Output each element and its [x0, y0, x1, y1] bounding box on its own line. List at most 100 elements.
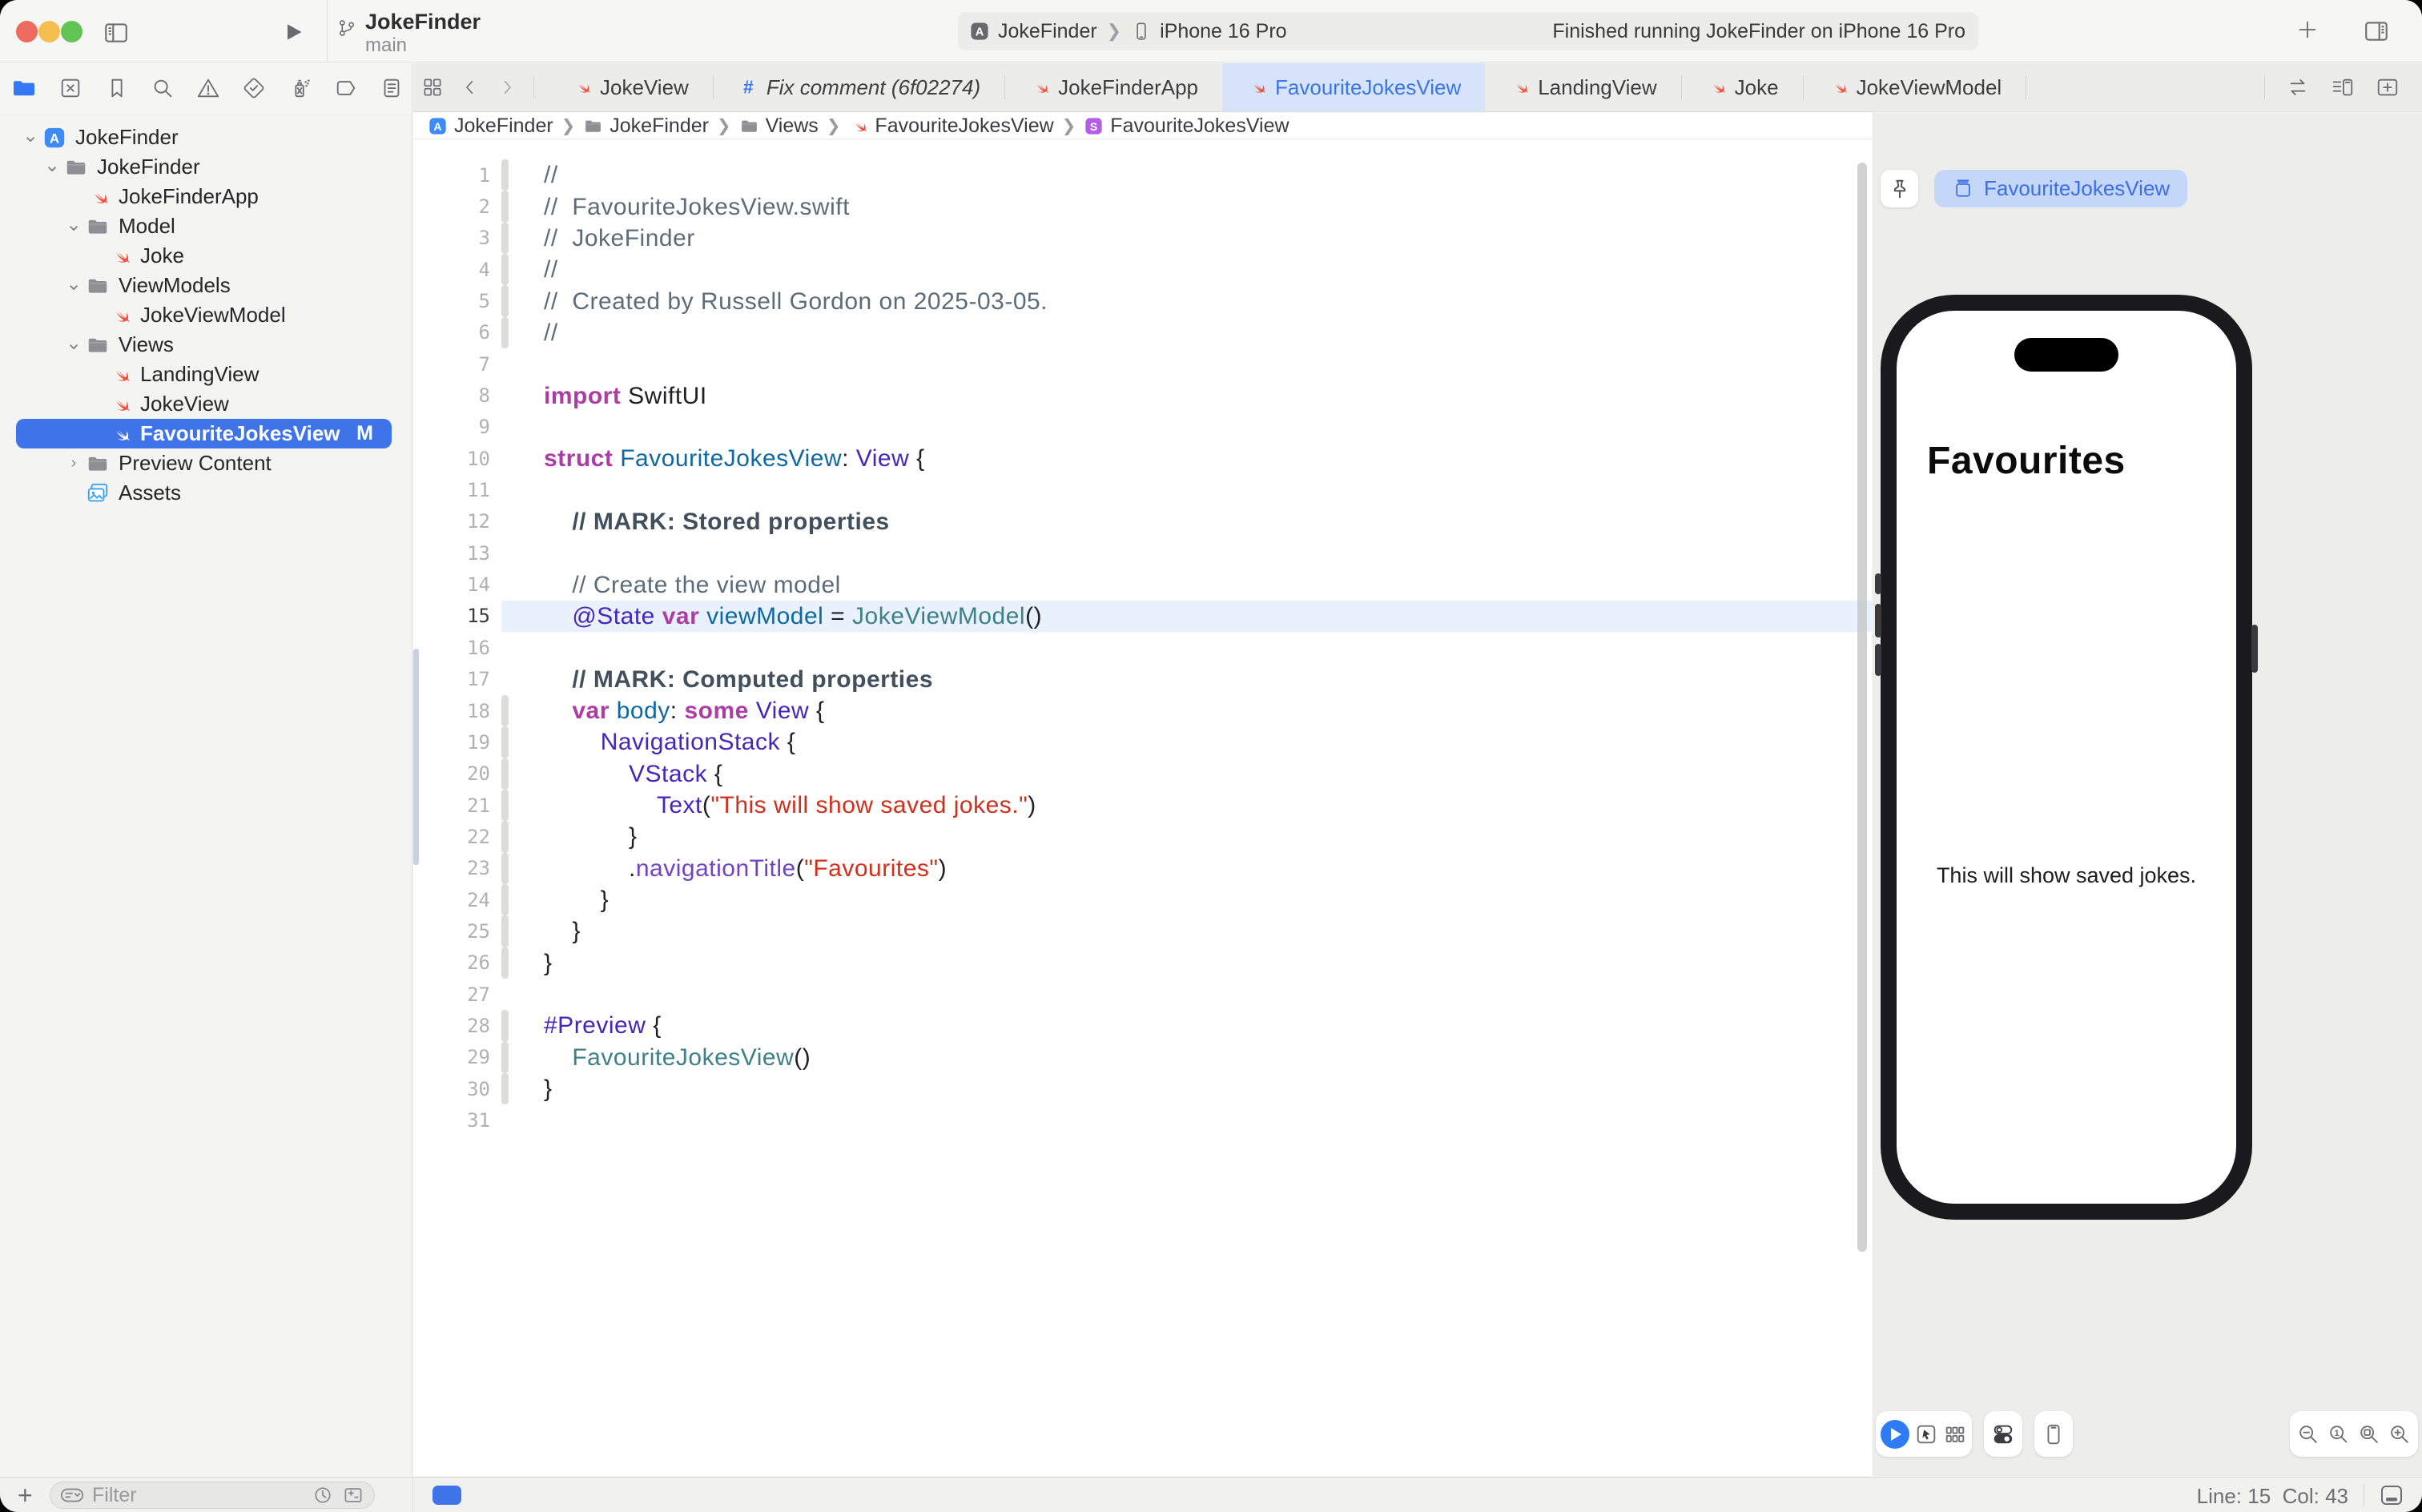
line-number[interactable]: 23 — [413, 857, 501, 879]
line-number[interactable]: 10 — [413, 448, 501, 470]
tree-item-jokefinder[interactable]: ⌄AJokeFinder — [0, 123, 412, 152]
recent-files-icon[interactable] — [312, 1484, 334, 1506]
navigate-back-icon[interactable] — [460, 77, 481, 98]
code-line-11[interactable]: 11 — [413, 474, 1872, 505]
code-content[interactable]: 1//2// FavouriteJokesView.swift3// JokeF… — [413, 159, 1872, 1136]
editor-layout-icon[interactable] — [2331, 75, 2355, 99]
breadcrumb-item[interactable]: AJokeFinder — [428, 115, 553, 138]
tree-item-joke[interactable]: Joke — [0, 241, 412, 271]
line-number[interactable]: 8 — [413, 384, 501, 407]
line-number[interactable]: 29 — [413, 1046, 501, 1068]
line-number[interactable]: 2 — [413, 195, 501, 218]
editor-scrollbar[interactable] — [1857, 163, 1867, 1252]
code-line-26[interactable]: 26} — [413, 947, 1872, 979]
navigator-tab-search-icon[interactable] — [151, 76, 175, 100]
zoom-in-button[interactable] — [2388, 1422, 2412, 1446]
panel-right-toggle-icon[interactable] — [2363, 18, 2390, 45]
tree-item-views[interactable]: ⌄Views — [0, 330, 412, 360]
code-line-14[interactable]: 14 // Create the view model — [413, 569, 1872, 600]
code-line-8[interactable]: 8import SwiftUI — [413, 380, 1872, 411]
line-number[interactable]: 20 — [413, 762, 501, 785]
line-number[interactable]: 28 — [413, 1015, 501, 1037]
line-number[interactable]: 13 — [413, 542, 501, 565]
tree-item-viewmodels[interactable]: ⌄ViewModels — [0, 271, 412, 300]
code-line-12[interactable]: 12 // MARK: Stored properties — [413, 506, 1872, 537]
line-number[interactable]: 4 — [413, 259, 501, 281]
line-number[interactable]: 22 — [413, 826, 501, 848]
code-line-28[interactable]: 28#Preview { — [413, 1010, 1872, 1041]
code-line-17[interactable]: 17 // MARK: Computed properties — [413, 664, 1872, 695]
line-number[interactable]: 25 — [413, 920, 501, 943]
iphone-screen[interactable]: Favourites This will show saved jokes. — [1897, 311, 2236, 1204]
tree-item-preview-content[interactable]: ›Preview Content — [0, 448, 412, 478]
add-filter-button[interactable]: + — [18, 1481, 33, 1510]
panel-left-toggle-icon[interactable] — [103, 19, 130, 46]
source-editor[interactable]: 1//2// FavouriteJokesView.swift3// JokeF… — [413, 140, 1872, 1476]
code-line-15[interactable]: 15 @State var viewModel = JokeViewModel(… — [413, 601, 1872, 632]
tab-fix-comment-6f02274-[interactable]: #Fix comment (6f02274) — [714, 63, 1004, 111]
code-line-4[interactable]: 4// — [413, 254, 1872, 285]
tab-favouritejokesview[interactable]: FavouriteJokesView — [1222, 63, 1485, 111]
tab-jokeview[interactable]: JokeView — [547, 63, 713, 111]
code-line-23[interactable]: 23 .navigationTitle("Favourites") — [413, 853, 1872, 884]
breakpoints-toggle[interactable] — [432, 1486, 461, 1505]
line-number[interactable]: 17 — [413, 668, 501, 690]
activity-status-bar[interactable]: A JokeFinder ❯ iPhone 16 Pro Finished ru… — [958, 12, 1978, 50]
code-line-5[interactable]: 5// Created by Russell Gordon on 2025-03… — [413, 285, 1872, 316]
code-line-24[interactable]: 24 } — [413, 884, 1872, 915]
close-window-button[interactable] — [16, 21, 38, 42]
navigator-tab-report-icon[interactable] — [380, 76, 404, 100]
editor-bottom-panel-icon[interactable] — [2379, 1482, 2404, 1508]
disclosure-open-icon[interactable]: ⌄ — [44, 154, 60, 177]
code-line-7[interactable]: 7 — [413, 348, 1872, 380]
line-number[interactable]: 27 — [413, 983, 501, 1006]
tree-item-favouritejokesview[interactable]: FavouriteJokesViewM — [0, 419, 412, 448]
line-number[interactable]: 1 — [413, 164, 501, 187]
device-icon[interactable] — [2042, 1422, 2066, 1446]
zoom-one-button[interactable]: 1 — [2327, 1422, 2351, 1446]
zoom-out-button[interactable] — [2296, 1422, 2320, 1446]
variants-mode-icon[interactable] — [1943, 1422, 1967, 1446]
code-line-20[interactable]: 20 VStack { — [413, 758, 1872, 790]
code-line-19[interactable]: 19 NavigationStack { — [413, 726, 1872, 758]
device-settings-icon[interactable] — [1991, 1422, 2015, 1446]
pin-preview-button[interactable] — [1881, 170, 1918, 207]
tree-item-landingview[interactable]: LandingView — [0, 360, 412, 389]
code-line-3[interactable]: 3// JokeFinder — [413, 223, 1872, 254]
navigator-filter-field[interactable]: Filter — [50, 1482, 375, 1509]
line-col-indicator[interactable]: Line: 15 Col: 43 — [2197, 1484, 2348, 1509]
scheme-name[interactable]: JokeFinder — [998, 20, 1097, 43]
breadcrumb-item[interactable]: JokeFinder — [583, 115, 709, 138]
line-number[interactable]: 31 — [413, 1109, 501, 1132]
navigator-tab-warning-icon[interactable] — [196, 76, 220, 100]
source-control-status-icon[interactable] — [342, 1484, 364, 1506]
line-number[interactable]: 18 — [413, 700, 501, 722]
library-plus-button[interactable] — [2295, 18, 2319, 42]
line-number[interactable]: 7 — [413, 353, 501, 376]
navigate-forward-icon[interactable] — [497, 77, 517, 98]
breadcrumb-item[interactable]: Views — [739, 115, 819, 138]
breadcrumb-item[interactable]: FavouriteJokesView — [848, 115, 1053, 138]
line-number[interactable]: 30 — [413, 1078, 501, 1100]
tree-item-assets[interactable]: Assets — [0, 478, 412, 508]
minimize-window-button[interactable] — [38, 21, 60, 42]
tree-item-jokefinder[interactable]: ⌄JokeFinder — [0, 152, 412, 182]
swap-icon[interactable] — [2286, 75, 2310, 99]
disclosure-open-icon[interactable]: ⌄ — [22, 124, 38, 147]
code-line-6[interactable]: 6// — [413, 317, 1872, 348]
tab-jokeviewmodel[interactable]: JokeViewModel — [1804, 63, 2026, 111]
disclosure-open-icon[interactable]: ⌄ — [66, 213, 82, 236]
line-number[interactable]: 15 — [413, 605, 501, 627]
disclosure-closed-icon[interactable]: › — [66, 454, 82, 472]
tree-item-jokefinderapp[interactable]: JokeFinderApp — [0, 182, 412, 211]
selectable-mode-icon[interactable] — [1914, 1422, 1938, 1446]
zoom-fit-button[interactable] — [2357, 1422, 2381, 1446]
live-preview-button[interactable] — [1881, 1420, 1909, 1449]
code-line-10[interactable]: 10struct FavouriteJokesView: View { — [413, 443, 1872, 474]
line-number[interactable]: 21 — [413, 794, 501, 817]
run-destination[interactable]: iPhone 16 Pro — [1160, 20, 1286, 43]
tree-item-jokeview[interactable]: JokeView — [0, 389, 412, 419]
line-number[interactable]: 19 — [413, 731, 501, 754]
line-number[interactable]: 6 — [413, 321, 501, 344]
navigator-tab-folder-icon[interactable] — [11, 75, 37, 101]
